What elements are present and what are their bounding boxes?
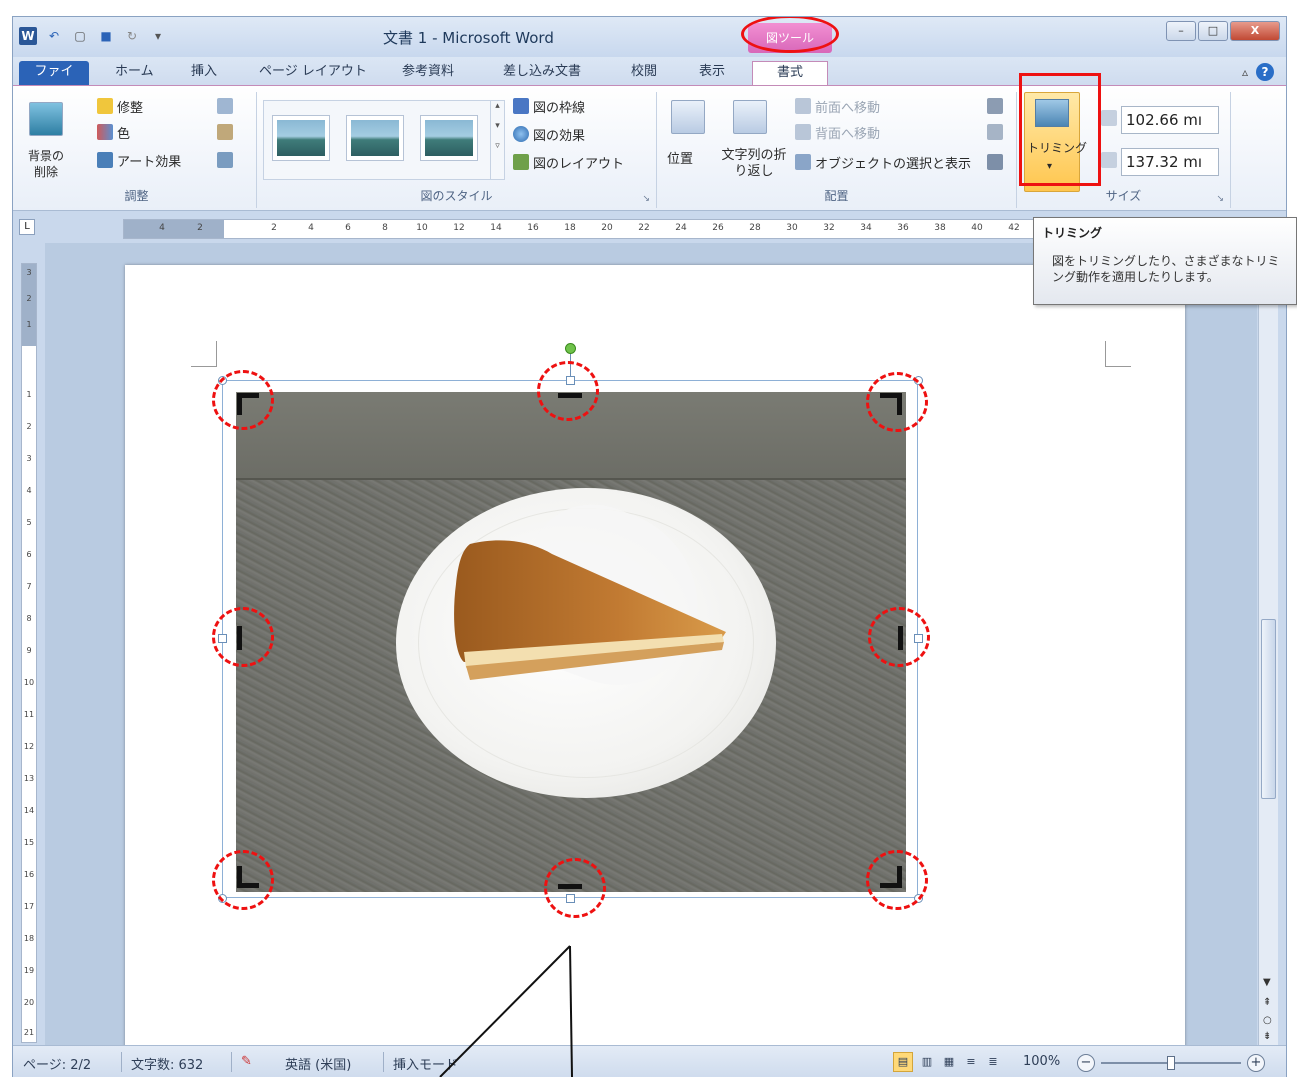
crop-tooltip: トリミング 図をトリミングしたり、さまざまなトリミング動作を適用したりします。 — [1033, 217, 1297, 305]
tooltip-body: 図をトリミングしたり、さまざまなトリミング動作を適用したりします。 — [1052, 254, 1280, 284]
tooltip-title: トリミング — [1042, 226, 1103, 240]
callout-lines — [439, 945, 573, 1077]
